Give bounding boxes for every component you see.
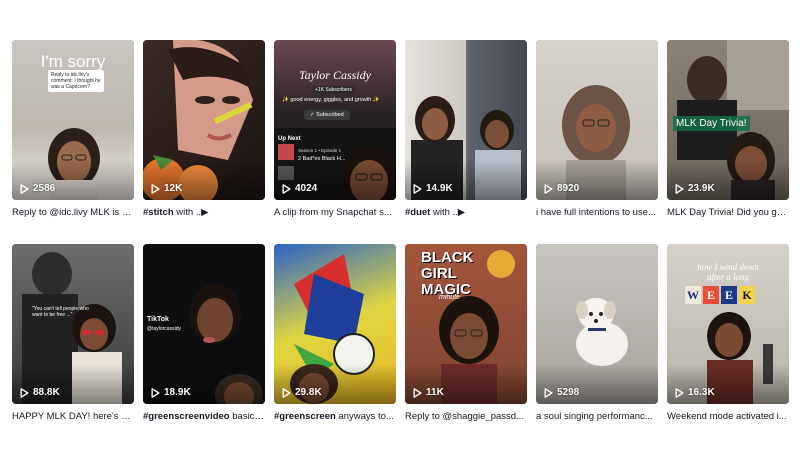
- video-card[interactable]: BLACK GIRL MAGIC minute 11K Reply to @sh…: [405, 244, 527, 423]
- video-thumbnail[interactable]: 8920: [536, 40, 658, 200]
- view-count-value: 12K: [164, 183, 183, 194]
- view-count: 2586: [20, 183, 55, 194]
- video-thumbnail[interactable]: MLK Day Trivia! 23.9K: [667, 40, 789, 200]
- view-count: 5298: [544, 387, 579, 398]
- view-count-value: 8920: [557, 183, 580, 194]
- video-thumbnail[interactable]: 5298: [536, 244, 658, 404]
- video-caption[interactable]: #greenscreenvideo basica...: [143, 411, 265, 423]
- video-thumbnail[interactable]: I'm sorry Reply to idc.livy's comment: I…: [12, 40, 134, 200]
- view-count-value: 18.9K: [164, 387, 191, 398]
- play-icon: [675, 387, 684, 398]
- play-icon: [151, 387, 160, 398]
- subtitle-overlay: minute: [439, 294, 461, 301]
- video-card[interactable]: 8920 i have full intentions to use...: [536, 40, 658, 219]
- video-thumbnail[interactable]: "You can't tell people who want to be fr…: [12, 244, 134, 404]
- channel-tagline: ✨ good energy, giggles, and growth ✨: [282, 97, 380, 103]
- video-caption[interactable]: #duet with ..▶: [405, 207, 527, 219]
- quote-overlay: "You can't tell people who want to be fr…: [32, 306, 89, 318]
- video-caption[interactable]: a soul singing performanc...: [536, 411, 658, 423]
- subscriber-count: +1K Subscribers: [312, 86, 355, 94]
- play-icon: [413, 387, 422, 398]
- video-thumbnail[interactable]: how I wind down after a long W E E K 16.…: [667, 244, 789, 404]
- view-count-value: 23.9K: [688, 183, 715, 194]
- view-count-value: 5298: [557, 387, 580, 398]
- video-caption[interactable]: Weekend mode activated i...: [667, 411, 789, 423]
- view-count: 14.9K: [413, 183, 453, 194]
- video-card[interactable]: Taylor Cassidy +1K Subscribers ✨ good en…: [274, 40, 396, 219]
- play-icon: [151, 183, 160, 194]
- view-count-value: 14.9K: [426, 183, 453, 194]
- video-card[interactable]: 12K #stitch with ..▶: [143, 40, 265, 219]
- video-card[interactable]: "You can't tell people who want to be fr…: [12, 244, 134, 423]
- video-card[interactable]: how I wind down after a long W E E K 16.…: [667, 244, 789, 423]
- play-icon: [544, 183, 553, 194]
- view-count-value: 88.8K: [33, 387, 60, 398]
- view-count-value: 4024: [295, 183, 318, 194]
- view-count-value: 16.3K: [688, 387, 715, 398]
- video-caption[interactable]: MLK Day Trivia! Did you ge...: [667, 207, 789, 219]
- play-icon: [413, 183, 422, 194]
- video-caption[interactable]: #stitch with ..▶: [143, 207, 265, 219]
- video-card[interactable]: MLK Day Trivia! 23.9K MLK Day Trivia! Di…: [667, 40, 789, 219]
- title-overlay: BLACK GIRL MAGIC: [421, 249, 474, 298]
- season-label: Season 1 • Episode 1: [298, 148, 342, 153]
- video-thumbnail[interactable]: 29.8K: [274, 244, 396, 404]
- view-count: 16.3K: [675, 387, 715, 398]
- play-icon: [282, 183, 291, 194]
- view-count: 11K: [413, 387, 444, 398]
- video-card[interactable]: 5298 a soul singing performanc...: [536, 244, 658, 423]
- view-count: 8920: [544, 183, 579, 194]
- video-card[interactable]: TikTok @taylorcassidy 18.9K #greenscreen…: [143, 244, 265, 423]
- play-icon: [544, 387, 553, 398]
- video-caption[interactable]: #greenscreen anyways to...: [274, 411, 396, 423]
- view-count: 88.8K: [20, 387, 60, 398]
- overlay-title: I'm sorry: [40, 52, 106, 71]
- tiktok-logo: TikTok: [147, 316, 169, 323]
- play-icon: [20, 183, 29, 194]
- view-count-value: 29.8K: [295, 387, 322, 398]
- view-count: 4024: [282, 183, 317, 194]
- video-thumbnail[interactable]: BLACK GIRL MAGIC minute 11K: [405, 244, 527, 404]
- view-count: 18.9K: [151, 387, 191, 398]
- week-letters: W E E K: [685, 286, 755, 304]
- title-overlay: how I wind down after a long: [697, 262, 759, 282]
- video-card[interactable]: 14.9K #duet with ..▶: [405, 40, 527, 219]
- subscribed-badge: ✓ Subscribed: [304, 110, 350, 120]
- view-count: 12K: [151, 183, 182, 194]
- video-caption[interactable]: HAPPY MLK DAY! here's a...: [12, 411, 134, 423]
- channel-name: Taylor Cassidy: [299, 68, 371, 82]
- reply-bubble: Reply to idc.livy's comment: I thought h…: [48, 70, 104, 92]
- video-caption[interactable]: Reply to @idc.livy MLK is a...: [12, 207, 134, 219]
- video-thumbnail[interactable]: 14.9K: [405, 40, 527, 200]
- play-icon: [20, 387, 29, 398]
- play-icon: [282, 387, 291, 398]
- video-grid: I'm sorry Reply to idc.livy's comment: I…: [12, 40, 789, 423]
- view-count: 23.9K: [675, 183, 715, 194]
- play-icon: [675, 183, 684, 194]
- video-card[interactable]: 29.8K #greenscreen anyways to...: [274, 244, 396, 423]
- trivia-label: MLK Day Trivia!: [673, 116, 750, 131]
- video-caption[interactable]: A clip from my Snapchat s...: [274, 207, 396, 219]
- view-count-value: 11K: [426, 387, 444, 398]
- video-caption[interactable]: Reply to @shaggie_passd...: [405, 411, 527, 423]
- up-next-label: Up Next: [278, 136, 301, 142]
- video-thumbnail[interactable]: 12K: [143, 40, 265, 200]
- view-count: 29.8K: [282, 387, 322, 398]
- video-thumbnail[interactable]: Taylor Cassidy +1K Subscribers ✨ good en…: [274, 40, 396, 200]
- view-count-value: 2586: [33, 183, 56, 194]
- tiktok-username: @taylorcassidy: [147, 326, 181, 332]
- video-thumbnail[interactable]: TikTok @taylorcassidy 18.9K: [143, 244, 265, 404]
- video-caption[interactable]: i have full intentions to use...: [536, 207, 658, 219]
- video-card[interactable]: I'm sorry Reply to idc.livy's comment: I…: [12, 40, 134, 219]
